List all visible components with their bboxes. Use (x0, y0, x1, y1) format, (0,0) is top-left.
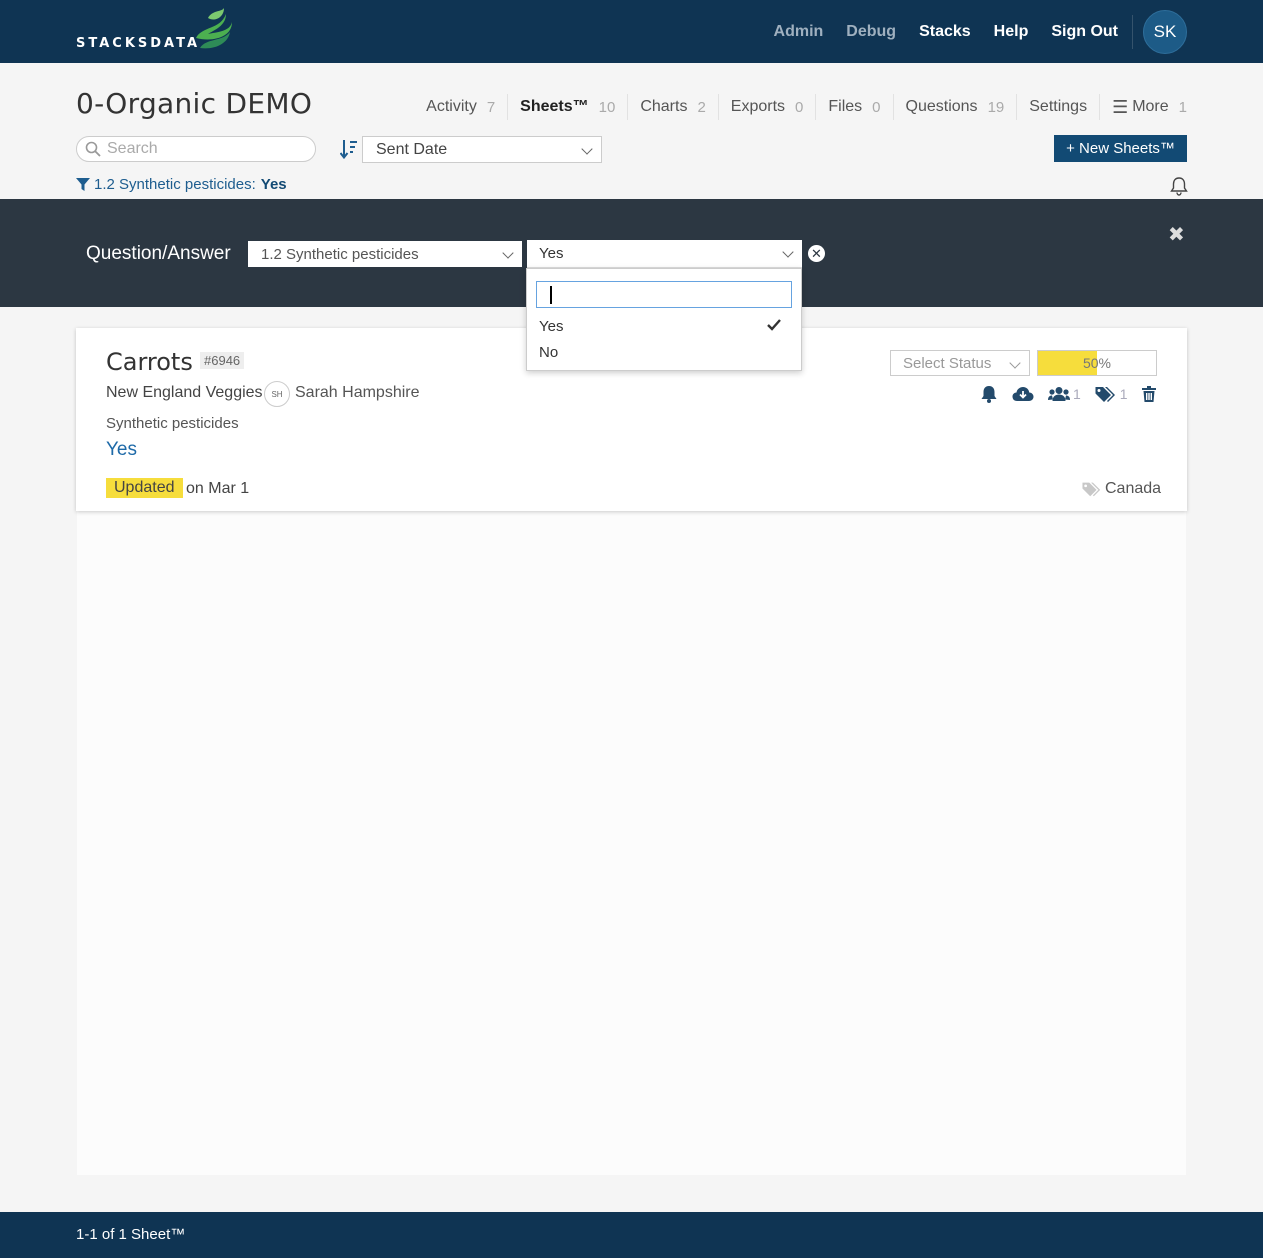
section-tabs: Activity 7 Sheets™ 10 Charts 2 Exports 0 Fil… (414, 94, 1187, 120)
search-input[interactable] (107, 140, 297, 158)
updated-date: on Mar 1 (186, 480, 250, 497)
active-filter[interactable]: 1.2 Synthetic pesticides: Yes (76, 176, 287, 193)
question-name: Synthetic pesticides (106, 415, 239, 432)
download-action[interactable] (1012, 386, 1034, 402)
tab-exports[interactable]: Exports 0 (717, 94, 816, 120)
tab-count: 19 (987, 98, 1005, 116)
tab-count: 0 (872, 98, 881, 116)
pagination-summary: 1-1 of 1 Sheet™ (76, 1226, 186, 1243)
sheet-actions: 1 1 (980, 385, 1170, 403)
filter-crumb-question: 1.2 Synthetic pesticides: (94, 176, 256, 193)
status-placeholder: Select Status (903, 354, 992, 372)
tab-activity[interactable]: Activity 7 (414, 94, 507, 120)
chevron-down-icon (1009, 357, 1021, 369)
tags-count: 1 (1119, 386, 1128, 402)
tab-label: Files (828, 98, 863, 115)
answer-dropdown: Yes No (526, 268, 802, 371)
delete-action[interactable] (1141, 386, 1156, 402)
sheet-tag[interactable]: Canada (1082, 480, 1161, 498)
status-badge: Updated (106, 478, 183, 498)
users-icon (1048, 387, 1070, 401)
tab-more[interactable]: ☰ More 1 (1099, 94, 1187, 120)
tags-icon (1095, 387, 1115, 402)
chevron-down-icon (502, 247, 514, 259)
tab-label: More (1132, 98, 1169, 115)
nav-stacks[interactable]: Stacks (919, 23, 971, 41)
logo-text: STACKSDATA (76, 36, 201, 51)
nav-admin[interactable]: Admin (774, 23, 824, 41)
clear-filter-icon[interactable]: ✕ (808, 245, 825, 262)
content-area (77, 511, 1186, 1175)
tab-label: Charts (640, 98, 688, 115)
sheet-id-badge: #6946 (200, 352, 245, 369)
tag-text: Canada (1105, 480, 1162, 497)
page-title: 0-Organic DEMO (76, 87, 313, 120)
footer-bar: 1-1 of 1 Sheet™ (0, 1212, 1263, 1258)
tab-count: 2 (697, 98, 706, 116)
tab-count: 0 (795, 98, 804, 116)
tab-files[interactable]: Files 0 (815, 94, 892, 120)
nav-sign-out[interactable]: Sign Out (1051, 23, 1118, 41)
question-select[interactable]: 1.2 Synthetic pesticides (248, 241, 522, 267)
tab-sheets[interactable]: Sheets™ 10 (507, 94, 627, 120)
answer-select-value: Yes (539, 245, 564, 262)
tab-count: 1 (1178, 98, 1187, 116)
select-status-dropdown[interactable]: Select Status (890, 350, 1030, 376)
tab-count: 7 (486, 98, 496, 116)
tab-label: Activity (426, 98, 477, 115)
answer-option-yes[interactable]: Yes (539, 318, 563, 335)
bell-icon (981, 386, 997, 403)
answer-select[interactable]: Yes (527, 240, 802, 268)
tab-label: Questions (905, 98, 978, 115)
tab-label: Settings (1029, 98, 1088, 115)
tab-label: Sheets™ (520, 98, 589, 115)
close-icon[interactable]: ✖ (1168, 222, 1185, 247)
new-sheets-button[interactable]: + New Sheets™ (1054, 135, 1187, 162)
search-icon (85, 141, 101, 157)
sort-select[interactable]: Sent Date (362, 136, 602, 163)
menu-icon: ☰ (1112, 96, 1129, 117)
notify-action[interactable] (980, 385, 998, 403)
answer-option-no[interactable]: No (539, 344, 558, 361)
sheet-organization: New England Veggies (106, 384, 263, 401)
checkmark-icon (767, 319, 781, 331)
question-answer-label: Question/Answer (86, 243, 231, 264)
question-answer: Yes (106, 439, 137, 460)
answer-dropdown-search[interactable] (536, 281, 792, 308)
sheet-owner: Sarah Hampshire (295, 384, 420, 401)
tab-charts[interactable]: Charts 2 (627, 94, 717, 120)
progress-label: 50% (1082, 355, 1112, 371)
filter-crumb-answer: Yes (260, 176, 287, 193)
tab-count: 10 (598, 98, 616, 116)
tab-questions[interactable]: Questions 19 (892, 94, 1017, 120)
search-box (76, 136, 316, 162)
trash-icon (1141, 386, 1156, 402)
nav-debug[interactable]: Debug (846, 23, 896, 41)
chevron-down-icon (581, 143, 593, 155)
sheet-title[interactable]: Carrots (106, 348, 193, 376)
owner-avatar: SH (264, 381, 290, 407)
cloud-download-icon (1012, 387, 1034, 401)
tag-icon (1082, 482, 1101, 497)
filter-icon (76, 177, 90, 191)
members-action[interactable]: 1 (1048, 386, 1081, 402)
sort-select-value: Sent Date (376, 140, 448, 158)
bell-icon[interactable] (1170, 176, 1188, 196)
tab-settings[interactable]: Settings (1016, 94, 1099, 120)
user-avatar[interactable]: SK (1143, 9, 1187, 54)
text-caret (550, 286, 552, 304)
chevron-down-icon (782, 246, 794, 258)
progress-bar: 50% (1037, 350, 1157, 376)
tags-action[interactable]: 1 (1095, 386, 1128, 402)
members-count: 1 (1073, 386, 1081, 402)
top-nav-links: Admin Debug Stacks Help Sign Out SK (774, 0, 1263, 63)
sort-icon[interactable] (340, 139, 358, 159)
stacksdata-logo[interactable]: STACKSDATA (76, 8, 236, 54)
nav-divider (1132, 14, 1133, 49)
top-navbar: STACKSDATA Admin Debug Stacks Help Sign … (0, 0, 1263, 63)
nav-help[interactable]: Help (994, 23, 1029, 41)
logo-leaf-icon (196, 8, 232, 49)
question-select-value: 1.2 Synthetic pesticides (261, 245, 419, 263)
tab-label: Exports (730, 98, 786, 115)
